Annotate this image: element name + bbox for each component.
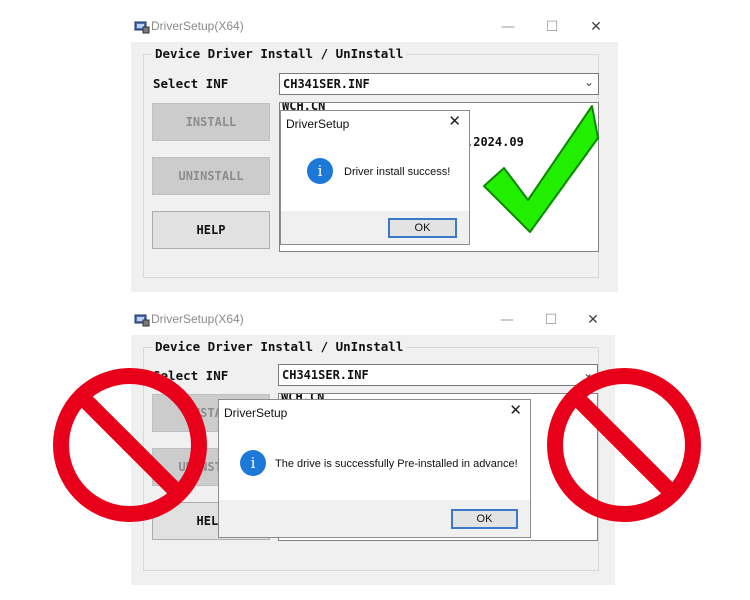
bottom-driver-setup-window: DriverSetup(X64) — ☐ ✕ Device Driver Ins… xyxy=(131,305,615,585)
help-button[interactable]: HELP xyxy=(152,211,270,249)
dialog-close-button[interactable]: ✕ xyxy=(509,401,522,419)
inf-select-dropdown[interactable]: CH341SER.INF ⌄ xyxy=(278,364,598,386)
info-icon: i xyxy=(240,450,266,476)
minimize-button[interactable]: — xyxy=(486,12,530,42)
dialog-close-button[interactable]: ✕ xyxy=(448,112,461,130)
maximize-button[interactable]: ☐ xyxy=(530,12,574,42)
inf-select-value: CH341SER.INF xyxy=(282,368,369,382)
window-title: DriverSetup(X64) xyxy=(151,19,244,33)
maximize-button[interactable]: ☐ xyxy=(529,305,573,335)
minimize-button[interactable]: — xyxy=(485,305,529,335)
install-button[interactable]: INSTALL xyxy=(152,103,270,141)
info-icon: i xyxy=(307,158,333,184)
preinstalled-dialog: DriverSetup ✕ i The drive is successfull… xyxy=(218,399,531,538)
info-line-version: .2024.09 xyxy=(466,135,524,149)
dialog-content-area: DriverSetup ✕ i Driver install success! xyxy=(281,111,469,211)
window-title: DriverSetup(X64) xyxy=(151,312,244,326)
select-inf-label: Select INF xyxy=(153,368,229,383)
driver-setup-app-icon xyxy=(134,314,150,327)
select-inf-label: Select INF xyxy=(153,76,229,91)
dialog-message: Driver install success! xyxy=(344,166,451,178)
dialog-title: DriverSetup xyxy=(224,406,288,420)
close-button[interactable]: ✕ xyxy=(574,12,618,42)
close-button[interactable]: ✕ xyxy=(571,305,615,335)
chevron-down-icon: ⌄ xyxy=(583,75,594,89)
uninstall-button[interactable]: UNINSTALL xyxy=(152,157,270,195)
install-success-dialog: DriverSetup ✕ i Driver install success! … xyxy=(280,110,470,245)
top-driver-setup-window: DriverSetup(X64) — ☐ ✕ Device Driver Ins… xyxy=(131,12,618,292)
chevron-down-icon: ⌄ xyxy=(582,366,593,380)
driver-setup-app-icon xyxy=(134,21,150,34)
dialog-ok-button[interactable]: OK xyxy=(388,218,457,238)
dialog-content-area: DriverSetup ✕ i The drive is successfull… xyxy=(219,400,530,500)
title-bar: DriverSetup(X64) — ☐ ✕ xyxy=(131,305,615,335)
group-label: Device Driver Install / UnInstall xyxy=(152,339,407,354)
dialog-message: The drive is successfully Pre-installed … xyxy=(275,458,518,470)
dialog-ok-button[interactable]: OK xyxy=(451,509,518,529)
group-label: Device Driver Install / UnInstall xyxy=(152,46,407,61)
title-bar: DriverSetup(X64) — ☐ ✕ xyxy=(131,12,618,42)
dialog-title: DriverSetup xyxy=(286,117,350,131)
inf-select-dropdown[interactable]: CH341SER.INF ⌄ xyxy=(279,73,599,95)
inf-select-value: CH341SER.INF xyxy=(283,77,370,91)
